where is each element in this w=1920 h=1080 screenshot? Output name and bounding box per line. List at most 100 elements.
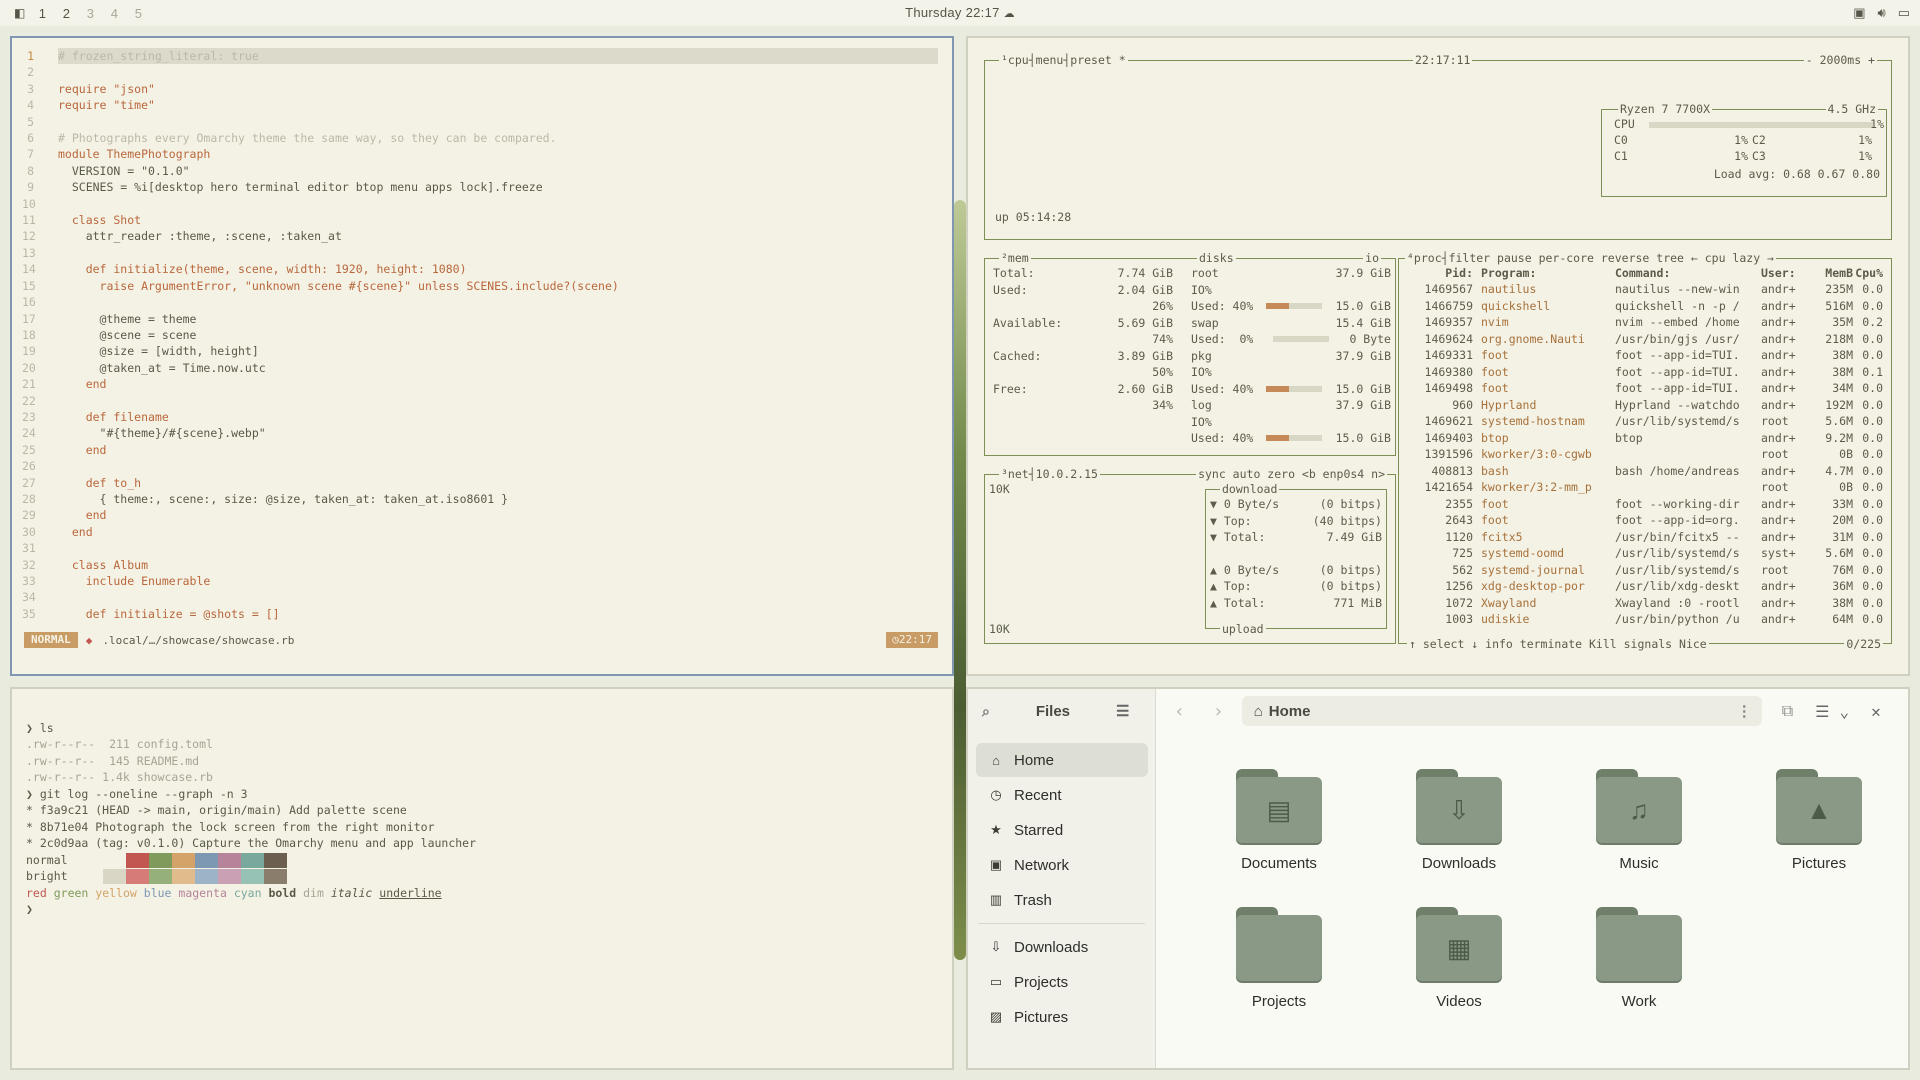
code-line: 4 require "time" — [27, 98, 155, 113]
mem-row: 74% — [1152, 332, 1173, 346]
sidebar-item-projects[interactable]: ▭ Projects — [976, 965, 1148, 999]
files-window[interactable]: ⌕ Files ☰ ⌂ Home ◷ Recent ★ Starred ▣ Network ▥ T… — [966, 687, 1910, 1070]
code-line: 15 raise ArgumentError, "unknown scene #… — [22, 278, 619, 293]
mem-row: Used: 2.04 GiB — [993, 282, 1173, 297]
prompt[interactable]: ❯ — [26, 901, 476, 918]
new-tab-icon[interactable]: ⧉ — [1782, 701, 1793, 721]
volume-icon[interactable]: 🔊︎ — [1878, 5, 1886, 21]
proc-row[interactable]: 1469621 systemd-hostnam/usr/lib/systemd/s… — [1407, 413, 1883, 430]
color-swatch — [126, 852, 149, 868]
mem-row: 50% — [1152, 365, 1173, 379]
sidebar-item-downloads[interactable]: ⇩ Downloads — [976, 930, 1148, 964]
mem-box: ²mem disks io Total: 7.74 GiB Used: 2.04 Gi… — [984, 251, 1396, 456]
palette-normal: normal — [26, 852, 476, 869]
proc-row[interactable]: 1391596 kworker/3:0-cgwb root 0B 0.0 — [1407, 446, 1883, 463]
proc-row[interactable]: 960 Hyprland Hyprland --watchdo andr+ 192M 0.… — [1407, 397, 1883, 414]
proc-footer[interactable]: ↑ select ↓ info terminate Kill signals N… — [1407, 637, 1709, 651]
color-swatch — [195, 869, 218, 884]
folder-downloads[interactable]: ⇩ Downloads — [1384, 769, 1534, 872]
sidebar-item-home[interactable]: ⌂ Home — [976, 743, 1148, 777]
code-line: 5 — [27, 114, 34, 129]
proc-header[interactable]: Cpu% — [1853, 265, 1883, 282]
proc-row[interactable]: 1469331 foot foot --app-id=TUI. andr+ 38M 0.0 — [1407, 347, 1883, 364]
star-icon: ★ — [990, 822, 1002, 837]
proc-header[interactable]: User: — [1761, 265, 1809, 282]
display-icon[interactable]: ▭ — [1898, 5, 1910, 21]
code-line: 22 — [22, 393, 36, 408]
proc-header[interactable]: Program: — [1473, 265, 1615, 282]
folder-icon: ▲ — [1776, 769, 1862, 843]
proc-row[interactable]: 2355 foot foot --working-dir andr+ 33M 0.0 — [1407, 496, 1883, 513]
more-icon[interactable]: ⋮ — [1737, 702, 1752, 720]
mem-row: Cached: 3.89 GiB — [993, 348, 1173, 363]
color-swatch — [172, 852, 195, 868]
style-word: dim — [303, 885, 324, 900]
proc-header[interactable]: Pid: — [1407, 265, 1473, 282]
code-line: 29 end — [22, 508, 107, 523]
chevron-down-icon[interactable]: ⌄ — [1839, 702, 1849, 721]
code-line: 31 — [22, 541, 36, 556]
sidebar-item-network[interactable]: ▣ Network — [976, 848, 1148, 882]
proc-row[interactable]: 2643 foot foot --app-id=org. andr+ 20M 0.0 — [1407, 512, 1883, 529]
btop-window[interactable]: ¹cpu┤menu┤preset * 22:17:11 - 2000ms + R… — [966, 36, 1910, 676]
disk-row: log 37.9 GiB — [1191, 398, 1391, 412]
code-line: 1 # frozen_string_literal: true — [22, 48, 938, 65]
folder-videos[interactable]: ▦ Videos — [1384, 907, 1534, 1010]
sidebar-item-pictures[interactable]: ▨ Pictures — [976, 1000, 1148, 1034]
file-icon: ◆ — [85, 633, 93, 647]
folder-documents[interactable]: ▤ Documents — [1204, 769, 1354, 872]
terminal-line: .rw-r--r-- 1.4k showcase.rb — [26, 770, 213, 784]
location-bar[interactable]: ⌂ Home ⋮ — [1241, 696, 1762, 726]
code-area[interactable]: 1 # frozen_string_literal: true 2 3 require … — [22, 48, 938, 622]
code-line: 2 — [27, 65, 34, 80]
clock-icon: ◷ — [990, 787, 1002, 802]
editor-window[interactable]: 1 # frozen_string_literal: true 2 3 require … — [10, 36, 954, 676]
sidebar-item-trash[interactable]: ▥ Trash — [976, 883, 1148, 917]
terminal-window[interactable]: ❯ ls .rw-r--r-- 211 config.toml .rw-r--r--… — [10, 687, 954, 1070]
sidebar-item-recent[interactable]: ◷ Recent — [976, 778, 1148, 812]
proc-row[interactable]: 1469403 btop btop andr+ 9.2M 0.0 — [1407, 430, 1883, 447]
clock[interactable]: Thursday 22:17 ☁ — [0, 5, 1920, 20]
proc-row[interactable]: 1421654 kworker/3:2-mm_p root 0B 0.0 — [1407, 479, 1883, 496]
menu-icon[interactable]: ☰ — [1116, 702, 1129, 720]
forward-icon[interactable]: › — [1213, 701, 1224, 722]
proc-row[interactable]: 1469357 nvim nvim --embed /home andr+ 35M 0.2 — [1407, 314, 1883, 331]
proc-row[interactable]: 1469380 foot foot --app-id=TUI. andr+ 38M 0.1 — [1407, 364, 1883, 381]
code-line: 21 end — [22, 377, 107, 392]
view-list-icon[interactable]: ☰ — [1815, 702, 1829, 721]
code-line: 16 — [22, 295, 36, 310]
style-word: cyan — [233, 885, 262, 900]
proc-row[interactable]: 1120 fcitx5/usr/bin/fcitx5 -- andr+ 31M 0.0 — [1407, 529, 1883, 546]
disk-row: Used: 40% 15.0 GiB — [1191, 299, 1391, 313]
proc-row[interactable]: 1072 Xwayland Xwayland :0 -rootl andr+ 38M 0.… — [1407, 595, 1883, 612]
style-word: yellow — [95, 885, 137, 900]
style-word: green — [53, 885, 89, 900]
proc-row[interactable]: 1469624 org.gnome.Nauti/usr/bin/gjs /usr/… — [1407, 331, 1883, 348]
terminal-output[interactable]: ❯ ls .rw-r--r-- 211 config.toml .rw-r--r--… — [26, 703, 476, 951]
folder-projects[interactable]: Projects — [1204, 907, 1354, 1010]
folder-music[interactable]: ♫ Music — [1564, 769, 1714, 872]
proc-row[interactable]: 562 systemd-journal/usr/lib/systemd/s root… — [1407, 562, 1883, 579]
close-icon[interactable]: ✕ — [1871, 702, 1881, 721]
folder-pictures[interactable]: ▲ Pictures — [1744, 769, 1894, 872]
folder-work[interactable]: Work — [1564, 907, 1714, 1010]
proc-header[interactable]: MemB — [1809, 265, 1853, 282]
search-icon[interactable]: ⌕ — [982, 703, 990, 720]
proc-row[interactable]: 1469498 foot foot --app-id=TUI. andr+ 34M 0.0 — [1407, 380, 1883, 397]
mem-row: Total: 7.74 GiB — [993, 266, 1173, 280]
proc-row[interactable]: 1003 udiskie/usr/bin/python /u andr+ 64M 0.0 — [1407, 611, 1883, 628]
proc-row[interactable]: 725 systemd-oomd/usr/lib/systemd/s syst+ 5.… — [1407, 545, 1883, 562]
proc-header[interactable]: Command: — [1615, 265, 1761, 282]
proc-row[interactable]: 1256 xdg-desktop-por/usr/lib/xdg-deskt and… — [1407, 578, 1883, 595]
proc-row[interactable]: 1469567 nautilus nautilus --new-win andr+ 23… — [1407, 281, 1883, 298]
update-interval[interactable]: - 2000ms + — [1803, 53, 1877, 67]
code-line: 30 end — [22, 524, 93, 539]
proc-row[interactable]: 1466759 quickshell quickshell -n -p / andr+… — [1407, 298, 1883, 315]
screen-icon[interactable]: ▣ — [1853, 5, 1865, 21]
code-line: 17 @theme = theme — [22, 311, 197, 326]
proc-row[interactable]: 408813 bash bash /home/andreas andr+ 4.7M 0.0 — [1407, 463, 1883, 480]
back-icon[interactable]: ‹ — [1174, 701, 1185, 722]
code-line: 9 SCENES = %i[desktop hero terminal edit… — [27, 180, 543, 195]
code-line: 34 — [22, 590, 36, 605]
sidebar-item-starred[interactable]: ★ Starred — [976, 813, 1148, 847]
